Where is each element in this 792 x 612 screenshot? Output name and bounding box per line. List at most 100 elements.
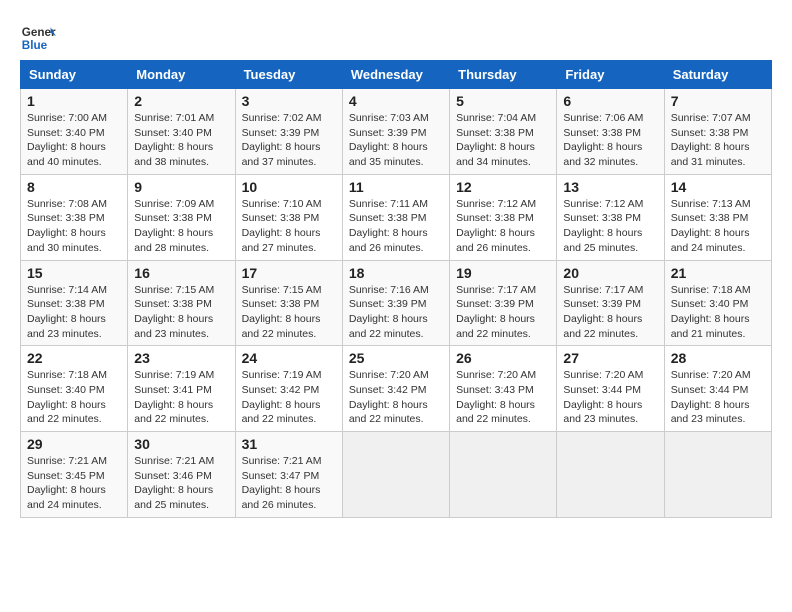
calendar-cell: 5 Sunrise: 7:04 AMSunset: 3:38 PMDaylight… — [450, 89, 557, 175]
calendar-cell: 20Sunrise: 7:17 AMSunset: 3:39 PMDayligh… — [557, 260, 664, 346]
logo: General Blue — [20, 20, 60, 56]
calendar-week-row: 22 Sunrise: 7:18 AMSunset: 3:40 PMDayligh… — [21, 346, 772, 432]
calendar-cell: 2 Sunrise: 7:01 AMSunset: 3:40 PMDaylight… — [128, 89, 235, 175]
svg-text:Blue: Blue — [22, 39, 48, 52]
day-number: 9 — [134, 179, 228, 195]
calendar-cell: 25 Sunrise: 7:20 AMSunset: 3:42 PMDayligh… — [342, 346, 449, 432]
col-header-tuesday: Tuesday — [235, 61, 342, 89]
day-number: 5 — [456, 93, 550, 109]
calendar-week-row: 1Sunrise: 7:00 AMSunset: 3:40 PMDaylight… — [21, 89, 772, 175]
day-info: Sunrise: 7:13 AMSunset: 3:38 PMDaylight:… — [671, 197, 765, 256]
day-info: Sunrise: 7:20 AMSunset: 3:44 PMDaylight:… — [671, 368, 765, 427]
col-header-sunday: Sunday — [21, 61, 128, 89]
day-number: 29 — [27, 436, 121, 452]
day-number: 14 — [671, 179, 765, 195]
day-info: Sunrise: 7:12 AMSunset: 3:38 PMDaylight:… — [456, 197, 550, 256]
col-header-friday: Friday — [557, 61, 664, 89]
day-info: Sunrise: 7:07 AMSunset: 3:38 PMDaylight:… — [671, 111, 765, 170]
calendar-cell: 8 Sunrise: 7:08 AMSunset: 3:38 PMDaylight… — [21, 174, 128, 260]
day-number: 24 — [242, 350, 336, 366]
day-info: Sunrise: 7:11 AMSunset: 3:38 PMDaylight:… — [349, 197, 443, 256]
day-number: 28 — [671, 350, 765, 366]
day-info: Sunrise: 7:14 AMSunset: 3:38 PMDaylight:… — [27, 283, 121, 342]
day-number: 1 — [27, 93, 121, 109]
day-number: 21 — [671, 265, 765, 281]
day-number: 16 — [134, 265, 228, 281]
calendar-cell: 29 Sunrise: 7:21 AMSunset: 3:45 PMDayligh… — [21, 432, 128, 518]
calendar-cell: 28 Sunrise: 7:20 AMSunset: 3:44 PMDayligh… — [664, 346, 771, 432]
calendar-cell: 10 Sunrise: 7:10 AMSunset: 3:38 PMDayligh… — [235, 174, 342, 260]
calendar-cell: 9 Sunrise: 7:09 AMSunset: 3:38 PMDaylight… — [128, 174, 235, 260]
day-info: Sunrise: 7:02 AMSunset: 3:39 PMDaylight:… — [242, 111, 336, 170]
calendar-table: SundayMondayTuesdayWednesdayThursdayFrid… — [20, 60, 772, 518]
day-info: Sunrise: 7:21 AMSunset: 3:45 PMDaylight:… — [27, 454, 121, 513]
day-number: 4 — [349, 93, 443, 109]
day-info: Sunrise: 7:20 AMSunset: 3:44 PMDaylight:… — [563, 368, 657, 427]
day-info: Sunrise: 7:10 AMSunset: 3:38 PMDaylight:… — [242, 197, 336, 256]
day-number: 2 — [134, 93, 228, 109]
calendar-cell: 19 Sunrise: 7:17 AMSunset: 3:39 PMDayligh… — [450, 260, 557, 346]
calendar-cell: 14 Sunrise: 7:13 AMSunset: 3:38 PMDayligh… — [664, 174, 771, 260]
day-number: 7 — [671, 93, 765, 109]
day-info: Sunrise: 7:12 AMSunset: 3:38 PMDaylight:… — [563, 197, 657, 256]
day-info: Sunrise: 7:19 AMSunset: 3:41 PMDaylight:… — [134, 368, 228, 427]
day-number: 31 — [242, 436, 336, 452]
day-number: 23 — [134, 350, 228, 366]
calendar-cell — [664, 432, 771, 518]
day-info: Sunrise: 7:18 AMSunset: 3:40 PMDaylight:… — [671, 283, 765, 342]
day-info: Sunrise: 7:17 AMSunset: 3:39 PMDaylight:… — [456, 283, 550, 342]
day-number: 25 — [349, 350, 443, 366]
day-number: 3 — [242, 93, 336, 109]
calendar-cell: 22 Sunrise: 7:18 AMSunset: 3:40 PMDayligh… — [21, 346, 128, 432]
day-info: Sunrise: 7:16 AMSunset: 3:39 PMDaylight:… — [349, 283, 443, 342]
calendar-cell: 4 Sunrise: 7:03 AMSunset: 3:39 PMDaylight… — [342, 89, 449, 175]
day-info: Sunrise: 7:06 AMSunset: 3:38 PMDaylight:… — [563, 111, 657, 170]
logo-icon: General Blue — [20, 20, 56, 56]
day-info: Sunrise: 7:20 AMSunset: 3:43 PMDaylight:… — [456, 368, 550, 427]
day-info: Sunrise: 7:18 AMSunset: 3:40 PMDaylight:… — [27, 368, 121, 427]
calendar-cell — [557, 432, 664, 518]
day-number: 13 — [563, 179, 657, 195]
day-info: Sunrise: 7:15 AMSunset: 3:38 PMDaylight:… — [242, 283, 336, 342]
page-header: General Blue — [20, 20, 772, 56]
calendar-cell: 15 Sunrise: 7:14 AMSunset: 3:38 PMDayligh… — [21, 260, 128, 346]
calendar-cell: 23 Sunrise: 7:19 AMSunset: 3:41 PMDayligh… — [128, 346, 235, 432]
calendar-cell: 26 Sunrise: 7:20 AMSunset: 3:43 PMDayligh… — [450, 346, 557, 432]
day-number: 17 — [242, 265, 336, 281]
day-info: Sunrise: 7:01 AMSunset: 3:40 PMDaylight:… — [134, 111, 228, 170]
day-number: 20 — [563, 265, 657, 281]
day-info: Sunrise: 7:04 AMSunset: 3:38 PMDaylight:… — [456, 111, 550, 170]
day-number: 12 — [456, 179, 550, 195]
calendar-cell: 3 Sunrise: 7:02 AMSunset: 3:39 PMDaylight… — [235, 89, 342, 175]
calendar-week-row: 29 Sunrise: 7:21 AMSunset: 3:45 PMDayligh… — [21, 432, 772, 518]
calendar-cell: 1Sunrise: 7:00 AMSunset: 3:40 PMDaylight… — [21, 89, 128, 175]
day-info: Sunrise: 7:09 AMSunset: 3:38 PMDaylight:… — [134, 197, 228, 256]
day-number: 15 — [27, 265, 121, 281]
day-number: 6 — [563, 93, 657, 109]
calendar-cell: 16Sunrise: 7:15 AMSunset: 3:38 PMDayligh… — [128, 260, 235, 346]
calendar-cell: 11Sunrise: 7:11 AMSunset: 3:38 PMDayligh… — [342, 174, 449, 260]
day-info: Sunrise: 7:20 AMSunset: 3:42 PMDaylight:… — [349, 368, 443, 427]
calendar-week-row: 8 Sunrise: 7:08 AMSunset: 3:38 PMDaylight… — [21, 174, 772, 260]
day-number: 30 — [134, 436, 228, 452]
col-header-wednesday: Wednesday — [342, 61, 449, 89]
calendar-cell — [450, 432, 557, 518]
calendar-cell: 30 Sunrise: 7:21 AMSunset: 3:46 PMDayligh… — [128, 432, 235, 518]
calendar-cell: 6 Sunrise: 7:06 AMSunset: 3:38 PMDaylight… — [557, 89, 664, 175]
col-header-saturday: Saturday — [664, 61, 771, 89]
day-number: 22 — [27, 350, 121, 366]
day-info: Sunrise: 7:21 AMSunset: 3:47 PMDaylight:… — [242, 454, 336, 513]
day-number: 27 — [563, 350, 657, 366]
day-number: 19 — [456, 265, 550, 281]
day-info: Sunrise: 7:03 AMSunset: 3:39 PMDaylight:… — [349, 111, 443, 170]
day-number: 10 — [242, 179, 336, 195]
day-number: 8 — [27, 179, 121, 195]
day-number: 18 — [349, 265, 443, 281]
day-info: Sunrise: 7:21 AMSunset: 3:46 PMDaylight:… — [134, 454, 228, 513]
calendar-cell: 18 Sunrise: 7:16 AMSunset: 3:39 PMDayligh… — [342, 260, 449, 346]
calendar-cell: 21 Sunrise: 7:18 AMSunset: 3:40 PMDayligh… — [664, 260, 771, 346]
calendar-cell: 13 Sunrise: 7:12 AMSunset: 3:38 PMDayligh… — [557, 174, 664, 260]
day-info: Sunrise: 7:08 AMSunset: 3:38 PMDaylight:… — [27, 197, 121, 256]
day-number: 26 — [456, 350, 550, 366]
calendar-cell: 7 Sunrise: 7:07 AMSunset: 3:38 PMDaylight… — [664, 89, 771, 175]
